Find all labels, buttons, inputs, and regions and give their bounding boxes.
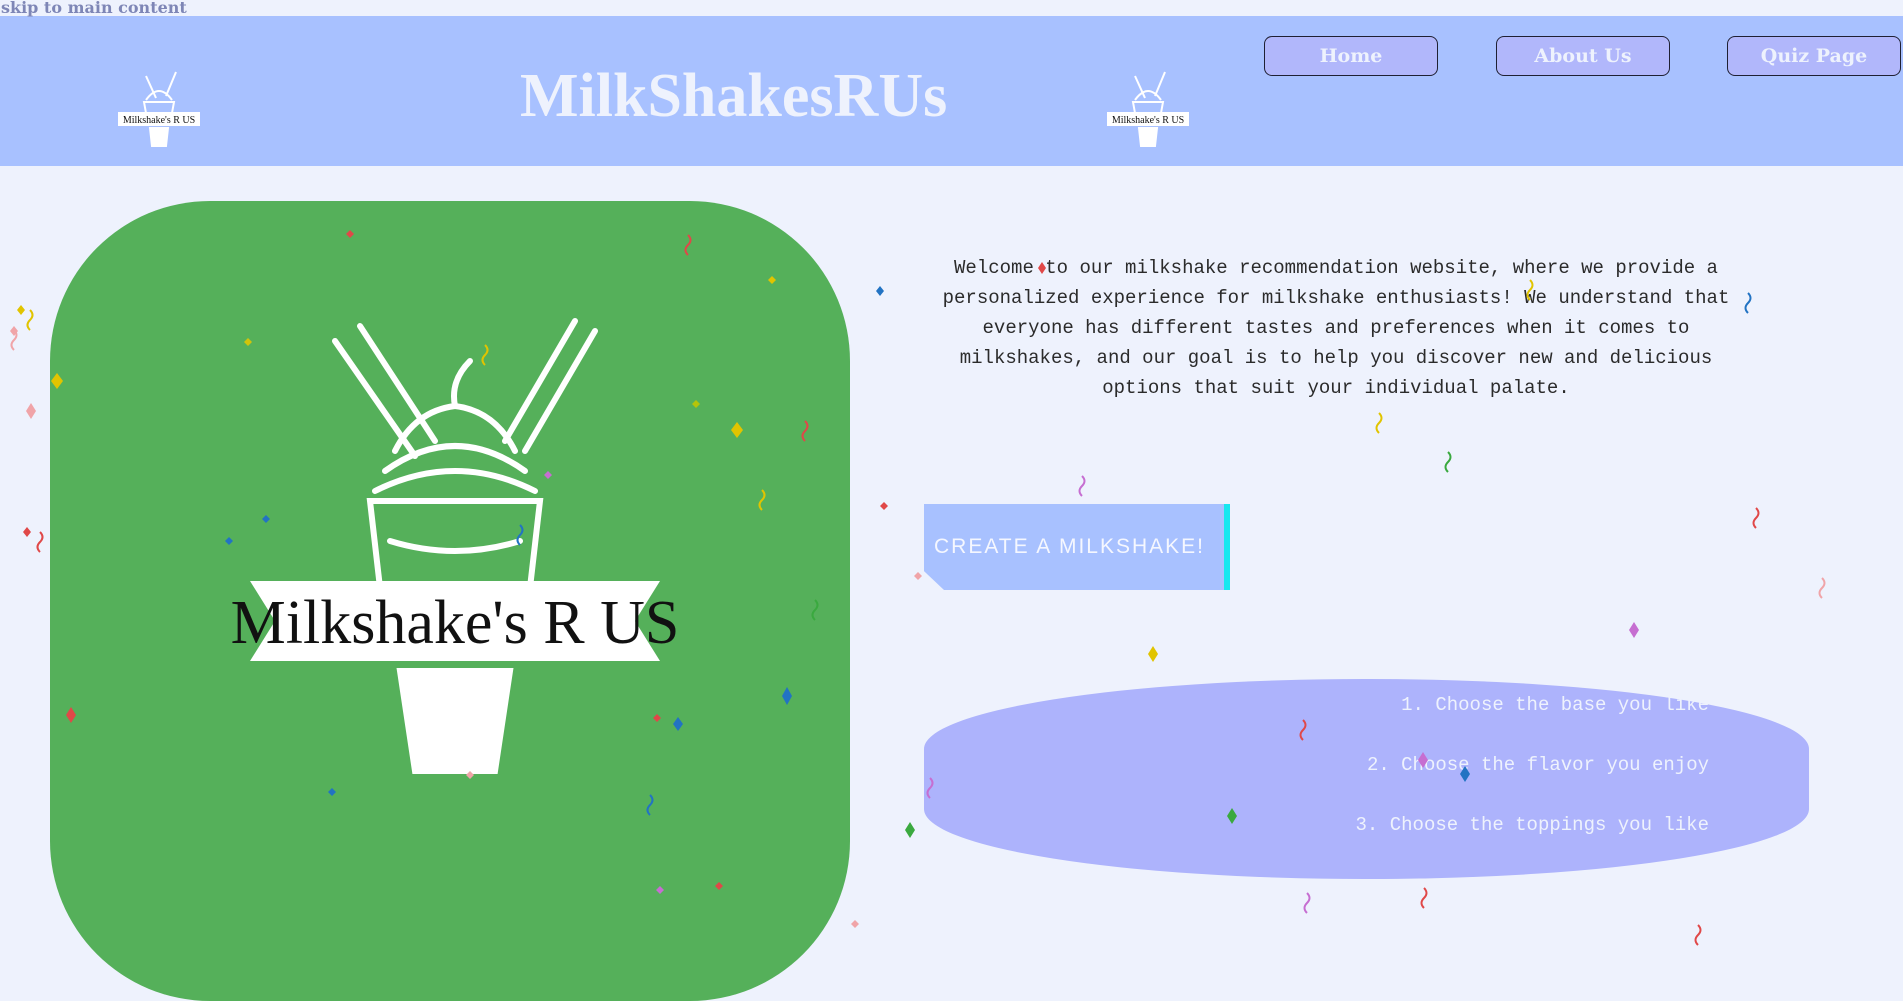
logo-right-text: Milkshake's R US <box>1112 115 1184 126</box>
create-milkshake-button[interactable]: CREATE A MILKSHAKE! <box>924 504 1230 590</box>
milkshake-logo-icon: Milkshake's R US <box>231 318 680 774</box>
skip-to-main-link[interactable]: skip to main content <box>0 0 188 16</box>
logo-left-icon: Milkshake's R US <box>118 71 200 147</box>
nav-quiz-button[interactable]: Quiz Page <box>1727 36 1901 76</box>
logo-left-text: Milkshake's R US <box>123 115 195 126</box>
hero-logo-text: Milkshake's R US <box>231 589 680 657</box>
site-title: MilkShakesRUs <box>520 62 948 130</box>
nav-about-button[interactable]: About Us <box>1496 36 1670 76</box>
logo-right-icon: Milkshake's R US <box>1107 71 1189 147</box>
nav-home-button[interactable]: Home <box>1264 36 1438 76</box>
hero-logo-card: Milkshake's R US <box>50 201 850 1001</box>
step-item: 3. Choose the toppings you like <box>1355 814 1709 836</box>
steps-panel: 1. Choose the base you like 2. Choose th… <box>924 679 1809 879</box>
welcome-text: Welcome to our milkshake recommendation … <box>942 257 1730 399</box>
step-item: 2. Choose the flavor you enjoy <box>1366 754 1709 776</box>
site-header: Milkshake's R US MilkShakesRUs Milkshake… <box>0 16 1903 166</box>
step-item: 1. Choose the base you like <box>1401 694 1709 716</box>
